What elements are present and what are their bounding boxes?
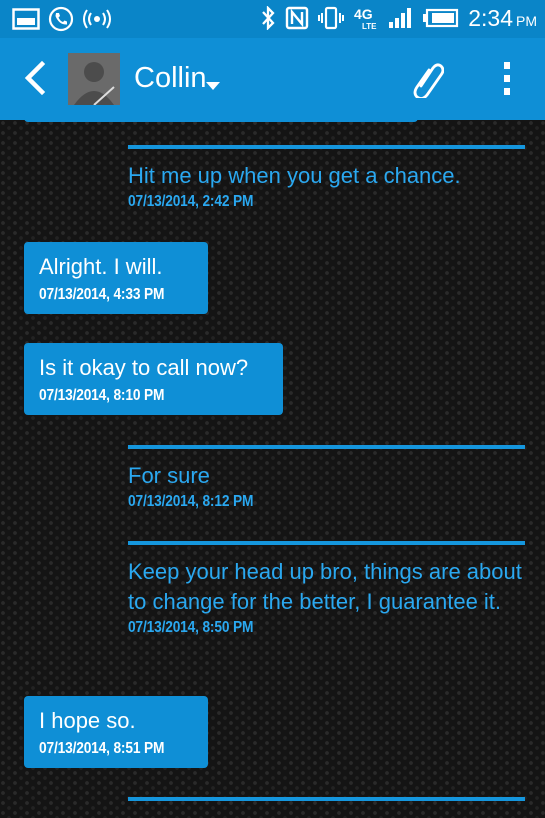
status-bar-system: 4G LTE 2:34 PM <box>260 4 537 32</box>
message-text: Alright. I will. <box>39 254 163 279</box>
outgoing-message[interactable]: I hope so. 07/13/2014, 8:51 PM <box>24 696 208 768</box>
outgoing-message[interactable]: Alright. I will. 07/13/2014, 4:33 PM <box>24 242 208 314</box>
attach-button[interactable] <box>412 60 445 100</box>
back-button[interactable] <box>20 60 50 96</box>
back-arrow-icon <box>24 60 46 96</box>
message-text: Hit me up when you get a chance. <box>128 163 461 188</box>
broadcast-icon <box>82 5 112 33</box>
message-bubble-partial <box>24 112 418 122</box>
bluetooth-icon <box>260 4 276 32</box>
message-text: For sure <box>128 463 210 488</box>
paperclip-icon <box>413 63 445 100</box>
overflow-menu-icon <box>504 62 510 95</box>
nfc-icon <box>285 4 309 32</box>
message-timestamp: 07/13/2014, 8:51 PM <box>39 740 165 757</box>
avatar[interactable] <box>68 53 120 105</box>
status-clock: 2:34 PM <box>468 4 537 31</box>
incoming-message[interactable]: Hit me up when you get a chance. 07/13/2… <box>128 145 525 211</box>
contact-name[interactable]: Collin <box>134 62 207 95</box>
incoming-message[interactable]: Keep your head up bro, things are about … <box>128 541 525 637</box>
lte-signal-icon: 4G LTE <box>353 4 379 32</box>
signal-bars-icon <box>388 4 414 32</box>
svg-text:4G: 4G <box>354 6 373 22</box>
incoming-message-divider <box>128 797 525 801</box>
message-timestamp: 07/13/2014, 8:10 PM <box>39 387 165 404</box>
default-avatar-icon <box>68 53 120 105</box>
battery-icon <box>423 4 459 32</box>
message-timestamp: 07/13/2014, 8:12 PM <box>128 493 254 510</box>
vibrate-icon <box>318 4 345 32</box>
svg-text:LTE: LTE <box>362 22 377 31</box>
phone-call-icon <box>48 5 74 33</box>
message-timestamp: 07/13/2014, 4:33 PM <box>39 286 165 303</box>
incoming-message[interactable]: For sure 07/13/2014, 8:12 PM <box>128 445 525 511</box>
conversation-header: Collin <box>0 38 545 120</box>
status-bar-notifications <box>12 5 112 33</box>
message-text: I hope so. <box>39 708 136 733</box>
chevron-down-icon[interactable] <box>205 76 221 95</box>
message-timestamp: 07/13/2014, 2:42 PM <box>128 193 254 210</box>
outgoing-message[interactable]: Is it okay to call now? 07/13/2014, 8:10… <box>24 343 283 415</box>
message-text: Keep your head up bro, things are about … <box>128 559 522 614</box>
status-bar: 4G LTE 2:34 PM <box>0 0 545 38</box>
gallery-icon <box>12 5 40 33</box>
overflow-menu-button[interactable] <box>498 58 516 100</box>
message-text: Is it okay to call now? <box>39 355 249 380</box>
message-timestamp: 07/13/2014, 8:50 PM <box>128 619 254 636</box>
